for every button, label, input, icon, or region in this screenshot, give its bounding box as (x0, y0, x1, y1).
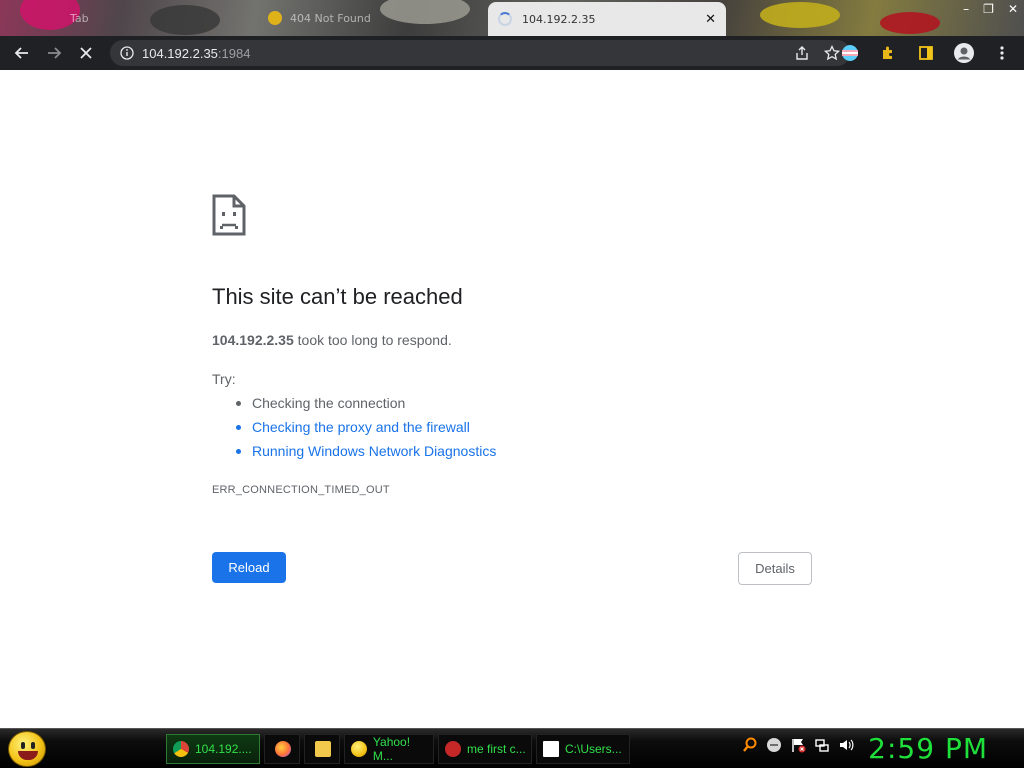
info-icon[interactable] (120, 46, 134, 60)
url-port: :1984 (217, 45, 251, 61)
maximize-icon[interactable]: ❐ (983, 2, 994, 16)
stop-button[interactable] (70, 37, 102, 69)
url-host: 104.192.2.35 (142, 45, 218, 61)
taskbar-item-firefox[interactable] (264, 734, 300, 764)
suggestion-proxy-firewall-link[interactable]: Checking the proxy and the firewall (235, 419, 496, 443)
taskbar-item-label: 104.192.... (195, 742, 252, 756)
extensions-puzzle-icon[interactable] (872, 37, 904, 69)
suggestion-network-diagnostics-link[interactable]: Running Windows Network Diagnostics (235, 443, 496, 467)
taskbar-item-label: me first c... (467, 742, 526, 756)
close-x-icon (80, 47, 92, 59)
error-title: This site can’t be reached (212, 284, 463, 309)
taskbar-item-label: C:\Users... (565, 742, 622, 756)
app-icon (445, 741, 461, 757)
toolbar-right (834, 36, 1018, 70)
search-icon[interactable] (742, 737, 758, 753)
url-text: 104.192.2.35:1984 (142, 46, 250, 61)
system-tray (742, 737, 854, 753)
messenger-tray-icon[interactable] (766, 737, 782, 753)
suggestion-check-connection: Checking the connection (235, 395, 496, 419)
menu-kebab-icon[interactable] (986, 37, 1018, 69)
smiley-mouth-icon (18, 751, 38, 760)
loading-spinner-icon (498, 12, 512, 26)
7zip-icon (543, 741, 559, 757)
taskbar: 104.192.... Yahoo! M... me first c... C:… (0, 728, 1024, 768)
volume-icon[interactable] (838, 737, 854, 753)
tab-label: 404 Not Found (290, 11, 371, 25)
try-label: Try: (212, 371, 236, 387)
taskbar-item-app[interactable]: me first c... (438, 734, 532, 764)
taskbar-item-folder[interactable] (304, 734, 340, 764)
page-content: This site can’t be reached 104.192.2.35 … (0, 70, 1024, 728)
profile-avatar-icon[interactable] (948, 37, 980, 69)
sun-icon (268, 11, 282, 25)
error-host: 104.192.2.35 (212, 332, 294, 348)
taskbar-item-yahoo-messenger[interactable]: Yahoo! M... (344, 734, 434, 764)
tab-strip: Tab 404 Not Found 104.192.2.35 ✕ – ❐ ✕ (0, 0, 1024, 36)
share-icon[interactable] (794, 45, 810, 65)
arrow-left-icon (14, 47, 28, 59)
window-controls: – ❐ ✕ (963, 0, 1018, 18)
tab-label: Tab (70, 11, 89, 25)
error-description: 104.192.2.35 took too long to respond. (212, 332, 452, 348)
yahoo-messenger-icon (351, 741, 367, 757)
extension-flag-icon[interactable] (834, 37, 866, 69)
taskbar-item-label: Yahoo! M... (372, 735, 411, 763)
taskbar-clock[interactable]: 2:59 PM (868, 732, 988, 765)
error-description-text: took too long to respond. (293, 332, 452, 348)
arrow-right-icon (48, 47, 62, 59)
close-tab-icon[interactable]: ✕ (705, 12, 716, 27)
action-center-flag-icon[interactable] (790, 737, 806, 753)
tab-newtab[interactable]: Tab (60, 2, 99, 34)
minimize-icon[interactable]: – (963, 2, 969, 16)
back-button[interactable] (6, 37, 38, 69)
tab-404[interactable]: 404 Not Found (258, 2, 381, 34)
tab-active[interactable]: 104.192.2.35 ✕ (488, 2, 726, 36)
chrome-icon (173, 741, 189, 757)
reload-button[interactable]: Reload (212, 552, 286, 583)
error-code: ERR_CONNECTION_TIMED_OUT (212, 484, 390, 496)
tab-label: 104.192.2.35 (522, 12, 596, 26)
address-bar[interactable]: 104.192.2.35:1984 (110, 40, 850, 66)
close-window-icon[interactable]: ✕ (1008, 2, 1018, 16)
network-icon[interactable] (814, 737, 830, 753)
taskbar-item-chrome[interactable]: 104.192.... (166, 734, 260, 764)
taskbar-item-7zip[interactable]: C:\Users... (536, 734, 630, 764)
sad-page-icon (212, 194, 246, 240)
start-button[interactable] (8, 731, 46, 767)
side-panel-icon[interactable] (910, 37, 942, 69)
firefox-icon (275, 741, 291, 757)
details-button[interactable]: Details (738, 552, 812, 585)
smiley-eye-icon (21, 742, 25, 749)
smiley-eye-icon (31, 742, 35, 749)
suggestions-list: Checking the connection Checking the pro… (235, 395, 496, 467)
browser-toolbar: 104.192.2.35:1984 (0, 36, 1024, 70)
forward-button[interactable] (38, 37, 70, 69)
folder-icon (315, 741, 331, 757)
